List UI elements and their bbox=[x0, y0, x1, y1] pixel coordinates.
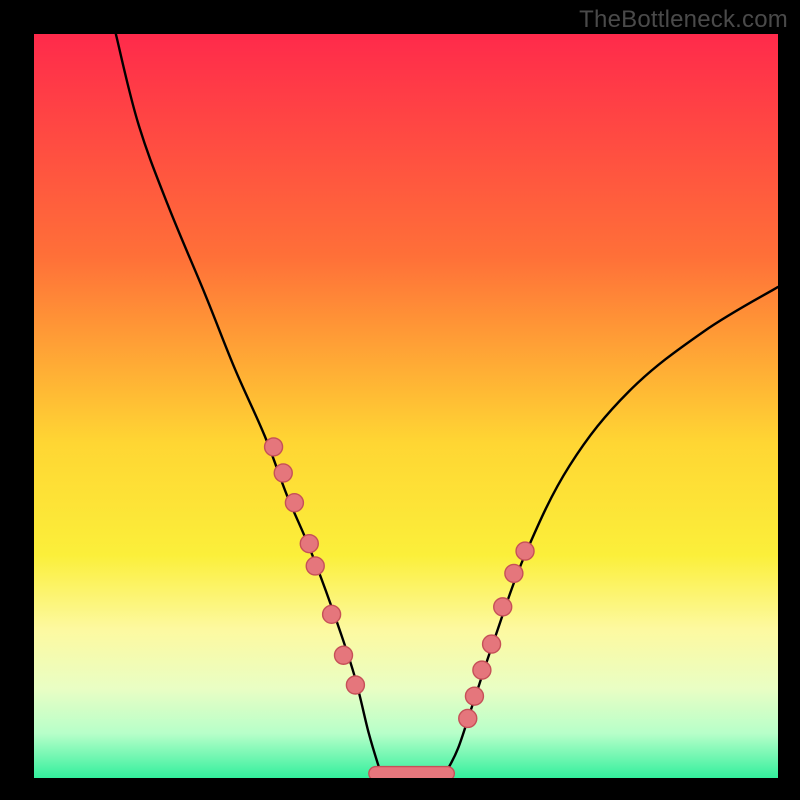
plot-area bbox=[34, 34, 778, 778]
marker-dot bbox=[505, 564, 523, 582]
marker-dot bbox=[465, 687, 483, 705]
chart-svg bbox=[34, 34, 778, 778]
marker-dot bbox=[346, 676, 364, 694]
marker-dot bbox=[483, 635, 501, 653]
valley-floor-bar bbox=[369, 767, 455, 778]
marker-dot bbox=[335, 646, 353, 664]
chart-frame: TheBottleneck.com bbox=[0, 0, 800, 800]
marker-dot bbox=[516, 542, 534, 560]
marker-dot bbox=[300, 535, 318, 553]
marker-dot bbox=[494, 598, 512, 616]
marker-dot bbox=[323, 605, 341, 623]
marker-dot bbox=[274, 464, 292, 482]
marker-dot bbox=[265, 438, 283, 456]
marker-dot bbox=[306, 557, 324, 575]
marker-dot bbox=[473, 661, 491, 679]
watermark-text: TheBottleneck.com bbox=[579, 6, 788, 34]
marker-dot bbox=[285, 494, 303, 512]
marker-dot bbox=[459, 709, 477, 727]
